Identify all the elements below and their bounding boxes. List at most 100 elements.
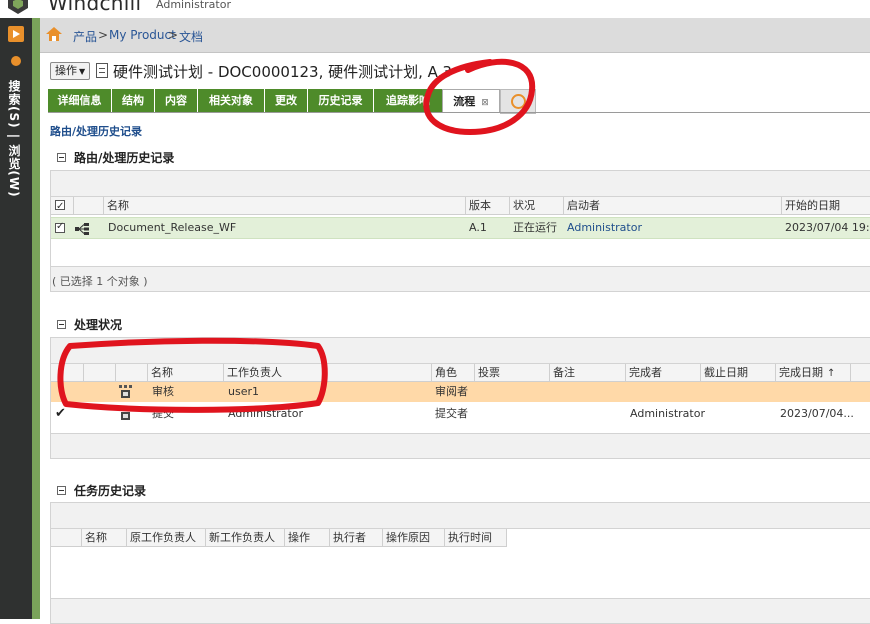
- tab-divider: [48, 112, 870, 113]
- breadcrumb: 产品 > My Product > 文档: [40, 18, 870, 53]
- column-header-name[interactable]: 名称: [81, 529, 126, 546]
- collapse-icon[interactable]: [57, 486, 66, 495]
- column-header-completed-date[interactable]: 完成日期 ↑: [775, 364, 850, 381]
- column-header-new-owner[interactable]: 新工作负责人: [205, 529, 284, 546]
- pin-icon[interactable]: [11, 56, 21, 66]
- table-row[interactable]: Document_Release_WF A.1 正在运行 Administrat…: [51, 217, 870, 239]
- task-owner: user1: [228, 385, 259, 398]
- routing-history-heading: 路由/处理历史记录: [74, 151, 175, 165]
- task-history-heading: 任务历史记录: [74, 484, 147, 498]
- column-header-blank: [83, 364, 115, 381]
- task-icon: [119, 407, 132, 420]
- table-row[interactable]: ✔ 提交 Administrator 提交者 Administrator 202…: [51, 404, 870, 424]
- column-header-name[interactable]: 名称: [103, 197, 465, 214]
- task-history-table: 名称 原工作负责人 新工作负责人 操作 执行者 操作原因 执行时间: [50, 528, 870, 600]
- column-header-execution-time[interactable]: 执行时间: [444, 529, 507, 546]
- column-header-comment[interactable]: 备注: [549, 364, 625, 381]
- actions-menu-button[interactable]: 操作 ▼: [50, 62, 91, 80]
- tab-structure[interactable]: 结构: [112, 89, 155, 112]
- workflow-version: A.1: [469, 221, 487, 234]
- column-header-reason[interactable]: 操作原因: [382, 529, 444, 546]
- brand-name: Windchill: [48, 0, 142, 15]
- routing-history-toolbar: [50, 170, 870, 198]
- table-header: 名称 工作负责人 角色 投票 备注 完成者 截止日期 完成日期 ↑: [51, 364, 870, 382]
- done-column-header: [51, 364, 83, 381]
- column-header-name[interactable]: 名称: [147, 364, 223, 381]
- row-checkbox[interactable]: [55, 221, 65, 233]
- column-header-role[interactable]: 角色: [431, 364, 474, 381]
- column-header-start-date[interactable]: 开始的日期: [781, 197, 870, 214]
- breadcrumb-separator: >: [98, 28, 109, 42]
- expand-navigator-button[interactable]: [8, 26, 24, 42]
- tab-process-label: 流程: [453, 95, 476, 108]
- task-role: 审阅者: [435, 385, 468, 398]
- process-status-table: 名称 工作负责人 角色 投票 备注 完成者 截止日期 完成日期 ↑ 审核 user…: [50, 363, 870, 435]
- task-completed-by: Administrator: [630, 407, 705, 420]
- column-header-blank: [850, 364, 870, 381]
- tab-history[interactable]: 历史记录: [308, 89, 374, 112]
- task-name[interactable]: 提交: [149, 404, 223, 424]
- column-header-completed-by[interactable]: 完成者: [625, 364, 700, 381]
- workflow-status: 正在运行: [513, 221, 557, 234]
- column-header-original-owner[interactable]: 原工作负责人: [126, 529, 205, 546]
- tab-content[interactable]: 内容: [155, 89, 198, 112]
- column-header-status[interactable]: 状况: [509, 197, 563, 214]
- column-header-initiator[interactable]: 启动者: [563, 197, 781, 214]
- add-tab-button[interactable]: [500, 89, 536, 114]
- tab-trace-impact[interactable]: 追踪影响: [374, 89, 443, 112]
- workflow-start-date: 2023/07/04 19:36: [785, 221, 870, 234]
- breadcrumb-my-product[interactable]: My Product: [109, 28, 176, 42]
- column-header-vote[interactable]: 投票: [474, 364, 549, 381]
- app-header: Windchill Administrator: [0, 0, 870, 18]
- column-header-due-date[interactable]: 截止日期: [700, 364, 775, 381]
- workflow-initiator[interactable]: Administrator: [564, 218, 782, 238]
- task-icon: [119, 385, 132, 398]
- table-header: 名称 版本 状况 启动者 开始的日期: [51, 197, 870, 215]
- page-title: 硬件测试计划 - DOC0000123, 硬件测试计划, A.3: [113, 63, 452, 81]
- tab-related-objects[interactable]: 相关对象: [198, 89, 265, 112]
- completed-check-icon: ✔: [55, 406, 66, 421]
- search-browse-tabs[interactable]: 搜索(S) | 浏览(W): [7, 80, 23, 198]
- column-header-blank: [51, 529, 81, 546]
- column-header-action[interactable]: 操作: [284, 529, 329, 546]
- tab-details[interactable]: 详细信息: [48, 89, 112, 112]
- sort-ascending-icon: ↑: [827, 368, 836, 379]
- breadcrumb-documents[interactable]: 文档: [179, 28, 203, 45]
- table-header: 名称 原工作负责人 新工作负责人 操作 执行者 操作原因 执行时间: [51, 529, 507, 547]
- process-status-toolbar: [50, 337, 870, 365]
- collapse-icon[interactable]: [57, 320, 66, 329]
- left-navigator: 搜索(S) | 浏览(W): [0, 18, 32, 619]
- select-all-cell[interactable]: [51, 197, 73, 214]
- chevron-down-icon: ▼: [79, 67, 86, 76]
- current-user[interactable]: Administrator: [156, 0, 231, 11]
- column-header-version[interactable]: 版本: [465, 197, 509, 214]
- table-row[interactable]: 审核 user1 审阅者: [51, 382, 870, 402]
- breadcrumb-separator: >: [168, 28, 179, 42]
- breadcrumb-products[interactable]: 产品: [73, 28, 97, 45]
- process-status-footer: [50, 433, 870, 459]
- tab-process[interactable]: 流程 ⊠: [442, 89, 500, 113]
- task-name[interactable]: 审核: [149, 382, 223, 402]
- workflow-icon: [75, 223, 89, 235]
- home-icon[interactable]: [46, 27, 62, 41]
- task-role: 提交者: [435, 407, 468, 420]
- task-history-footer: [50, 598, 870, 624]
- select-all-checkbox[interactable]: [55, 198, 65, 214]
- tab-changes[interactable]: 更改: [265, 89, 308, 112]
- collapse-icon[interactable]: [57, 153, 66, 162]
- navigator-edge: [32, 18, 40, 619]
- workflow-name[interactable]: Document_Release_WF: [105, 218, 465, 238]
- actions-label: 操作: [55, 64, 77, 77]
- routing-history-footer: [50, 266, 870, 292]
- column-header-performer[interactable]: 执行者: [329, 529, 382, 546]
- task-completed-date: 2023/07/04...: [780, 407, 854, 420]
- column-header-owner[interactable]: 工作负责人: [223, 364, 431, 381]
- task-owner: Administrator: [228, 407, 303, 420]
- routing-history-table: 名称 版本 状况 启动者 开始的日期 Document_Release_WF A…: [50, 196, 870, 268]
- document-icon: [96, 63, 108, 78]
- windchill-logo-icon: [8, 0, 28, 14]
- close-tab-icon[interactable]: ⊠: [481, 98, 489, 108]
- process-status-heading: 处理状况: [74, 318, 123, 332]
- completed-date-label: 完成日期: [779, 366, 823, 379]
- routing-history-link[interactable]: 路由/处理历史记录: [50, 123, 142, 139]
